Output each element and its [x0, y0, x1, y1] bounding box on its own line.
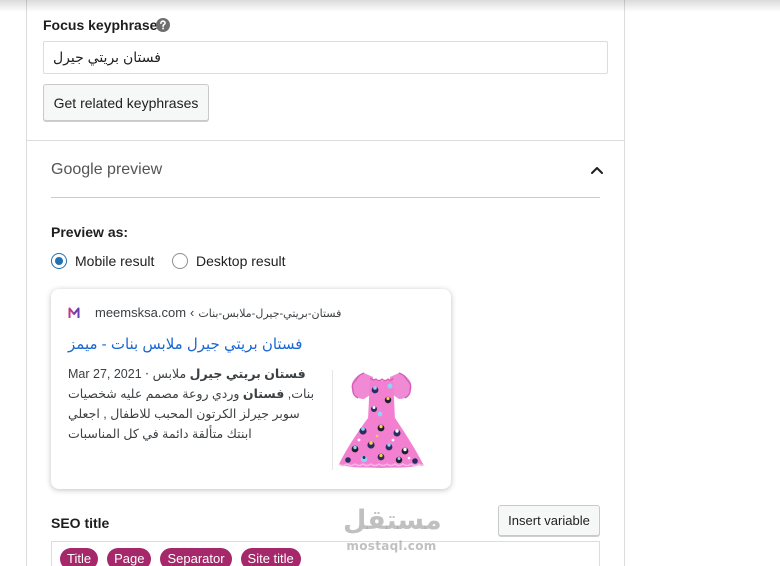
preview-as-label: Preview as:	[51, 224, 129, 240]
mobile-search-result-card: meemsksa.com ‹ فستان-بريتي-جيرل-ملابس-بنات…	[51, 289, 451, 489]
variable-pill-separator[interactable]: Separator	[160, 548, 232, 566]
google-preview-toggle[interactable]: Google preview	[51, 160, 603, 198]
get-related-keyphrases-button[interactable]: Get related keyphrases	[43, 84, 209, 121]
date-separator: ⋅	[145, 367, 150, 381]
mobile-result-label[interactable]: Mobile result	[75, 253, 154, 269]
variable-pill-page[interactable]: Page	[107, 548, 152, 566]
seo-title-input[interactable]: Title Page Separator Site title	[51, 541, 600, 566]
description-segment: فستان	[242, 387, 285, 401]
description-segment: فستان بريتي جيرل	[189, 367, 306, 381]
result-thumbnail-image	[332, 370, 430, 470]
focus-keyphrase-label: Focus keyphrase	[43, 17, 158, 33]
focus-keyphrase-input[interactable]	[43, 41, 608, 74]
result-date: Mar 27, 2021	[68, 367, 142, 381]
result-domain: meemsksa.com	[95, 305, 187, 320]
mobile-result-radio[interactable]	[51, 253, 67, 269]
focus-keyphrase-section: Focus keyphrase Get related keyphrases	[27, 0, 624, 141]
insert-variable-button[interactable]: Insert variable	[498, 505, 600, 536]
google-preview-heading: Google preview	[51, 161, 163, 178]
desktop-result-radio[interactable]	[172, 253, 188, 269]
result-path: فستان-بريتي-جيرل-ملابس-بنات	[198, 308, 342, 320]
yoast-seo-metabox: Focus keyphrase Get related keyphrases G…	[26, 0, 625, 566]
result-description: Mar 27, 2021 ⋅ فستان بريتي جيرل ملابس بن…	[68, 364, 318, 444]
top-shadow	[0, 0, 780, 12]
chevron-up-icon[interactable]	[590, 165, 604, 175]
site-favicon-icon	[68, 307, 80, 319]
result-url: meemsksa.com ‹ فستان-بريتي-جيرل-ملابس-بنات	[95, 305, 435, 322]
help-icon[interactable]	[156, 18, 170, 32]
desktop-result-label[interactable]: Desktop result	[196, 253, 285, 269]
variable-pill-title[interactable]: Title	[60, 548, 99, 566]
variable-pill-site-title[interactable]: Site title	[240, 548, 301, 566]
result-title-link[interactable]: فستان بريتي جيرل ملابس بنات - ميمز	[68, 335, 323, 355]
breadcrumb-separator: ‹	[190, 305, 195, 320]
seo-title-label: SEO title	[51, 515, 110, 531]
